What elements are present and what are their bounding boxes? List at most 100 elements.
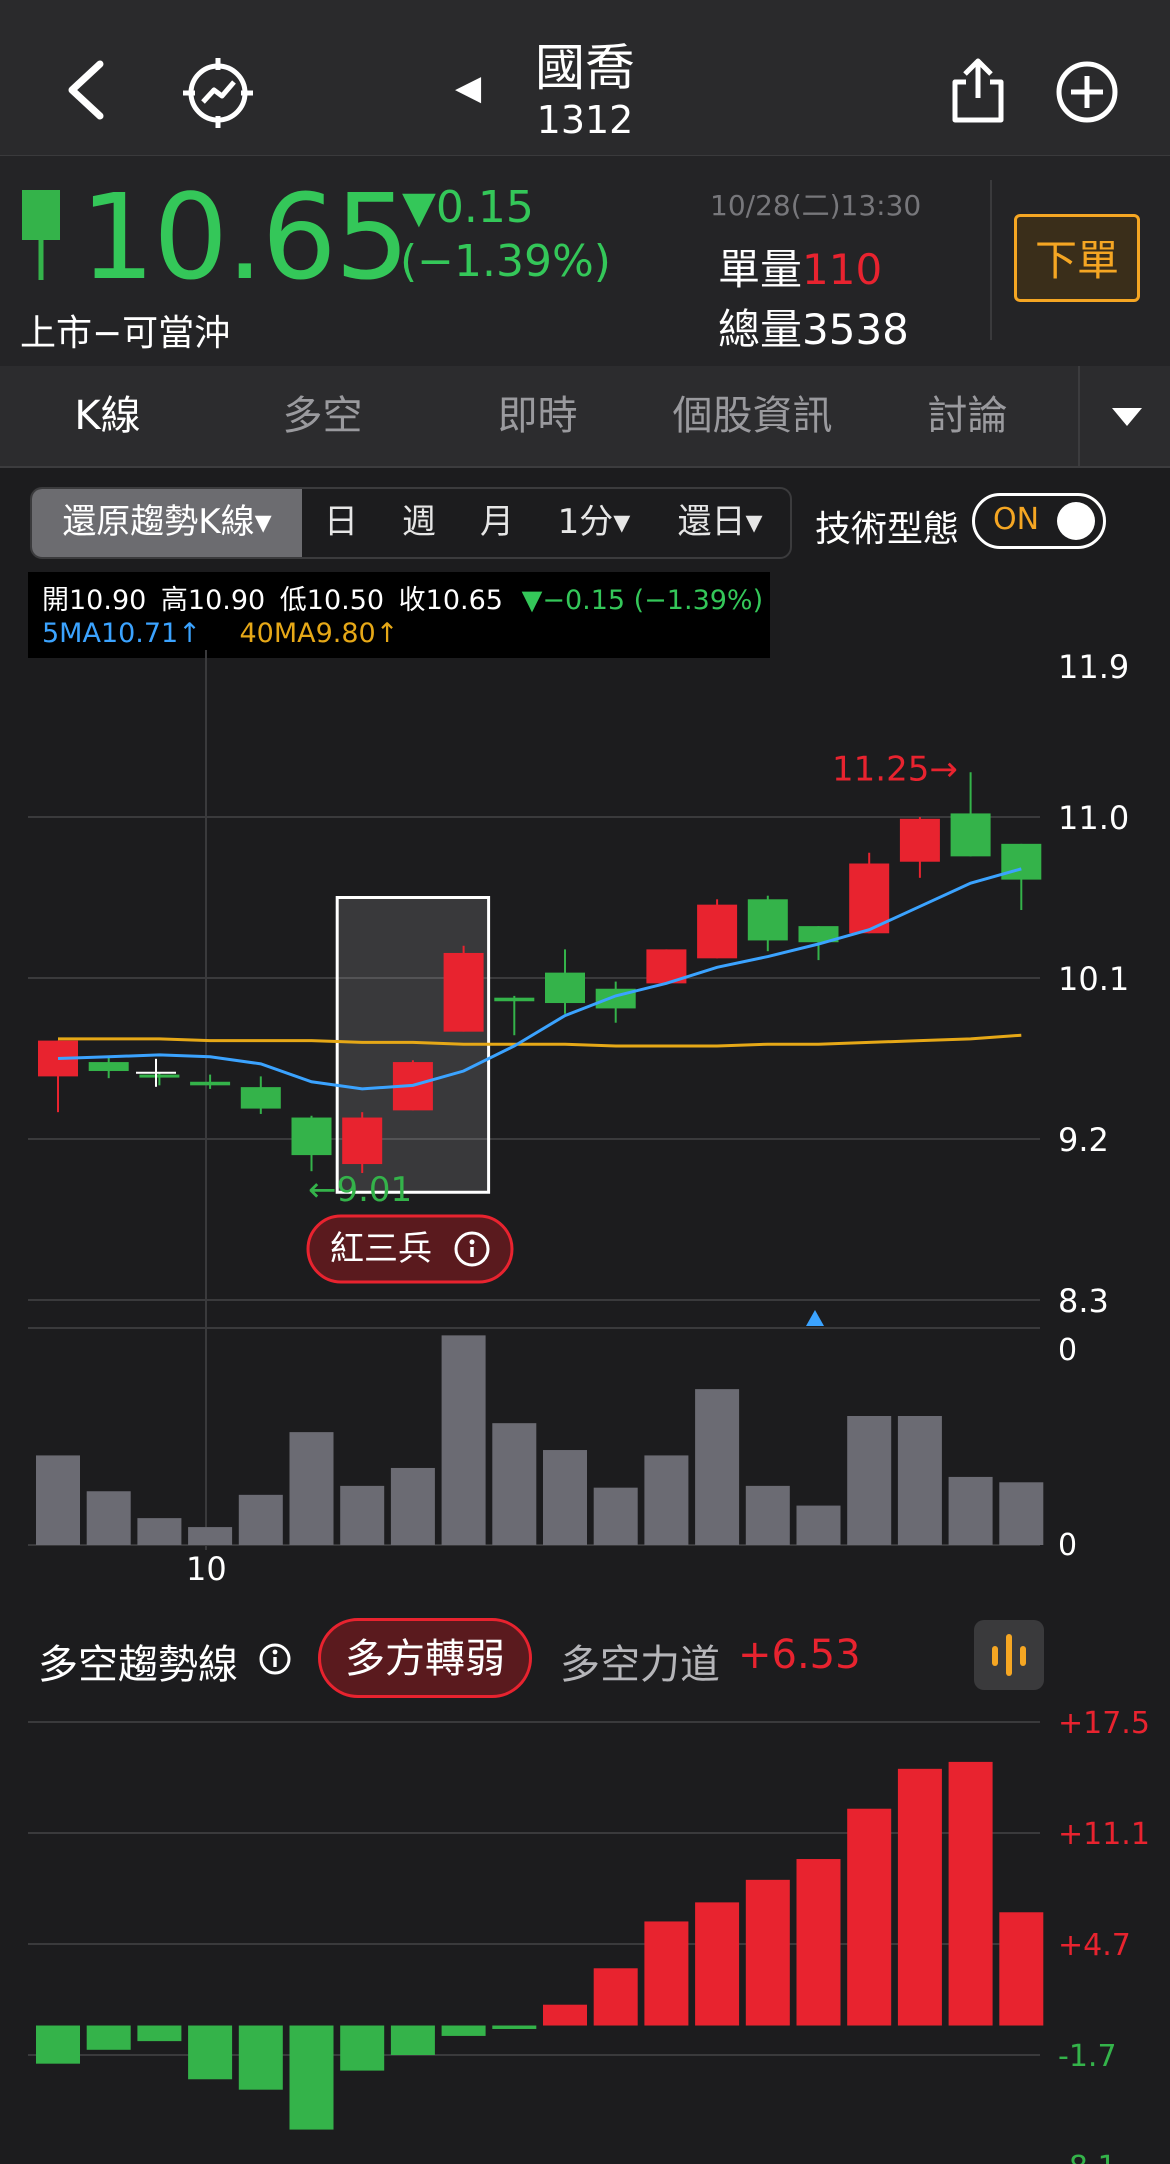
back-icon[interactable] — [60, 60, 110, 120]
tech-pattern-toggle[interactable]: ON — [972, 493, 1106, 549]
candle-body — [545, 972, 585, 1004]
tab-kline[interactable]: K線 — [0, 366, 215, 466]
volume-bar — [593, 1487, 638, 1545]
volume-bar — [644, 1455, 689, 1545]
strength-label: 多空力道 — [560, 1642, 720, 1688]
stock-name: 國喬 — [535, 39, 635, 97]
candle-body — [950, 813, 991, 857]
trend-y-tick: +17.5 — [1058, 1706, 1150, 1741]
period-day[interactable]: 日 — [310, 487, 372, 557]
trend-bar — [847, 1808, 892, 2026]
price-chart[interactable]: 11.9 11.0 10.1 9.2 8.3 11.25→ ←9.01 紅三兵 0 0 10 — [0, 650, 1170, 1600]
candle-body — [443, 952, 484, 1032]
price-candle-icon — [22, 190, 60, 280]
trend-section-title: 多空趨勢線 — [38, 1642, 238, 1688]
trend-bar — [644, 1921, 689, 2026]
period-minute[interactable]: 1分▾ — [546, 487, 642, 557]
trend-bar — [340, 2025, 385, 2071]
volume-bar — [340, 1485, 385, 1545]
candle-body — [139, 1074, 180, 1078]
trend-y-tick: -1.7 — [1058, 2039, 1117, 2074]
candle-body — [747, 899, 788, 941]
trend-status-badge: 多方轉弱 — [318, 1618, 532, 1698]
tech-pattern-label: 技術型態 — [815, 509, 960, 550]
unit-volume: 單量110 — [718, 236, 882, 297]
ohlc-change: ▼−0.15 (−1.39%) — [521, 585, 764, 616]
unit-volume-value: 110 — [802, 245, 883, 294]
quote-panel: 10.65 ▼0.15 (−1.39%) 上市−可當沖 10/28(二)13:3… — [0, 156, 1170, 366]
trend-bar — [238, 2025, 283, 2090]
price-change-percent: (−1.39%) — [400, 236, 611, 287]
period-week[interactable]: 週 — [388, 487, 450, 557]
ma40-value: 40MA9.80↑ — [239, 618, 399, 649]
volume-tick: 0 — [1058, 1333, 1077, 1368]
strength-value: +6.53 — [738, 1632, 861, 1678]
ohlc-high: 高10.90 — [160, 585, 266, 616]
kline-mode-dropdown[interactable]: 還原趨勢K線▾ — [32, 487, 302, 557]
trend-bar — [289, 2025, 334, 2130]
low-annotation: ←9.01 — [308, 1170, 412, 1210]
volume-bar — [847, 1416, 892, 1545]
ohlc-close: 收10.65 — [398, 585, 503, 616]
current-price: 10.65 — [80, 168, 410, 306]
volume-bar — [441, 1335, 486, 1545]
ohlc-info-box: 開10.90 高10.90 低10.50 收10.65 ▼−0.15 (−1.3… — [28, 572, 770, 658]
trend-bar — [441, 2025, 486, 2036]
candle-body — [190, 1081, 231, 1086]
volume-bar — [745, 1485, 790, 1545]
share-icon[interactable] — [950, 58, 1006, 124]
volume-bar — [86, 1491, 131, 1545]
candle-body — [342, 1117, 383, 1165]
volume-bar — [948, 1476, 993, 1545]
price-y-tick: 11.0 — [1058, 799, 1129, 837]
period-restore[interactable]: 還日▾ — [664, 487, 776, 557]
bars-icon — [992, 1634, 1026, 1676]
candle-body — [240, 1087, 281, 1109]
candle-body — [697, 904, 738, 959]
tab-realtime[interactable]: 即時 — [430, 366, 645, 466]
chart-settings-button[interactable] — [974, 1620, 1044, 1690]
x-axis-date-label: 10 — [186, 1550, 227, 1588]
tab-long-short[interactable]: 多空 — [215, 366, 430, 466]
trend-bar — [948, 1761, 993, 2026]
period-month[interactable]: 月 — [466, 487, 528, 557]
top-bar: ◀ 國喬 1312 — [0, 0, 1170, 156]
volume-bar — [289, 1432, 334, 1545]
volume-bar — [137, 1518, 182, 1545]
total-volume-value: 3538 — [802, 305, 909, 354]
volume-bar — [543, 1450, 587, 1545]
volume-bar — [188, 1527, 233, 1545]
volume-bar — [492, 1423, 537, 1545]
more-tabs-icon[interactable] — [1110, 404, 1144, 428]
stock-code: 1312 — [536, 98, 634, 142]
price-y-tick: 11.9 — [1058, 650, 1129, 686]
trend-bar — [188, 2025, 233, 2080]
volume-bar — [36, 1455, 80, 1545]
volume-bar — [238, 1494, 283, 1545]
prev-stock-arrow[interactable]: ◀ — [455, 68, 481, 108]
volume-bar — [390, 1467, 435, 1545]
total-volume: 總量3538 — [718, 296, 909, 357]
trend-bar — [390, 2025, 435, 2055]
add-icon[interactable] — [1055, 60, 1119, 124]
toggle-state: ON — [993, 502, 1040, 537]
ohlc-open: 開10.90 — [42, 585, 147, 616]
tab-discussion[interactable]: 討論 — [860, 366, 1075, 466]
ma5-value: 5MA10.71↑ — [42, 618, 201, 649]
info-icon[interactable] — [258, 1642, 292, 1676]
trend-bar — [695, 1902, 740, 2026]
trend-y-tick: +11.1 — [1058, 1817, 1150, 1852]
volume-bar — [695, 1389, 740, 1545]
trend-target-icon[interactable] — [183, 58, 253, 128]
market-type: 上市−可當沖 — [20, 313, 231, 354]
volume-tick: 0 — [1058, 1528, 1077, 1563]
trend-bar — [796, 1859, 841, 2026]
trend-y-tick: -8.1 — [1058, 2150, 1117, 2164]
quote-datetime: 10/28(二)13:30 — [710, 189, 922, 222]
order-button[interactable]: 下單 — [1014, 214, 1140, 302]
tab-stock-info[interactable]: 個股資訊 — [645, 366, 860, 466]
price-y-tick: 9.2 — [1058, 1121, 1109, 1159]
trend-bar — [86, 2025, 131, 2050]
trend-bar — [36, 2025, 80, 2064]
trend-chart[interactable]: +17.5 +11.1 +4.7 -1.7 -8.1 — [0, 1700, 1170, 2164]
